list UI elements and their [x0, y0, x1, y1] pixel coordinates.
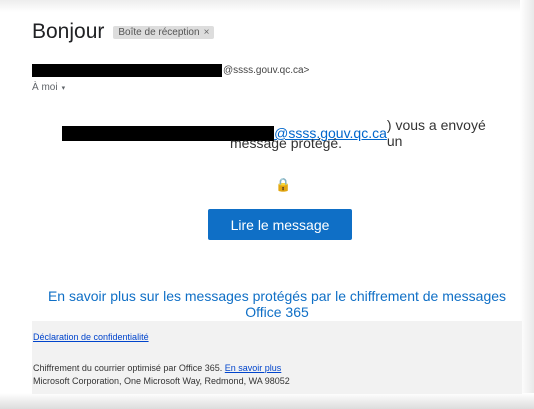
page-edge-bottom	[0, 393, 534, 409]
inbox-label-chip[interactable]: Boîte de réception ×	[113, 25, 215, 39]
sender-domain: @ssss.gouv.qc.ca>	[223, 65, 310, 76]
chevron-down-icon: ▾	[61, 85, 66, 92]
subject-row: Bonjour Boîte de réception ×	[32, 20, 215, 44]
page-edge-top	[0, 0, 534, 12]
footer-learn-more-link[interactable]: En savoir plus	[225, 363, 282, 373]
read-message-button[interactable]: Lire le message	[208, 209, 352, 240]
email-subject: Bonjour	[32, 20, 105, 43]
company-address: Microsoft Corporation, One Microsoft Way…	[33, 376, 290, 386]
message-line-2: message protégé.	[230, 135, 343, 151]
message-line-1-text: ) vous a envoyé un	[386, 117, 486, 149]
encryption-notice-text: Chiffrement du courrier optimisé par Off…	[33, 363, 223, 373]
remove-label-icon[interactable]: ×	[204, 27, 210, 38]
encryption-notice: Chiffrement du courrier optimisé par Off…	[33, 363, 281, 373]
learn-more-link-line-2[interactable]: Office 365	[32, 304, 522, 320]
recipient-dropdown[interactable]: À moi ▾	[32, 82, 65, 93]
lock-icon: 🔒	[275, 177, 292, 192]
privacy-statement-link[interactable]: Déclaration de confidentialité	[33, 332, 149, 342]
recipient-label: À moi	[32, 82, 58, 93]
inbox-label-text: Boîte de réception	[118, 26, 200, 38]
page-edge-right	[520, 0, 534, 409]
footer: Déclaration de confidentialité Chiffreme…	[32, 321, 522, 394]
redacted-sender-name	[32, 64, 222, 77]
learn-more-link[interactable]: En savoir plus sur les messages protégés…	[32, 288, 522, 304]
